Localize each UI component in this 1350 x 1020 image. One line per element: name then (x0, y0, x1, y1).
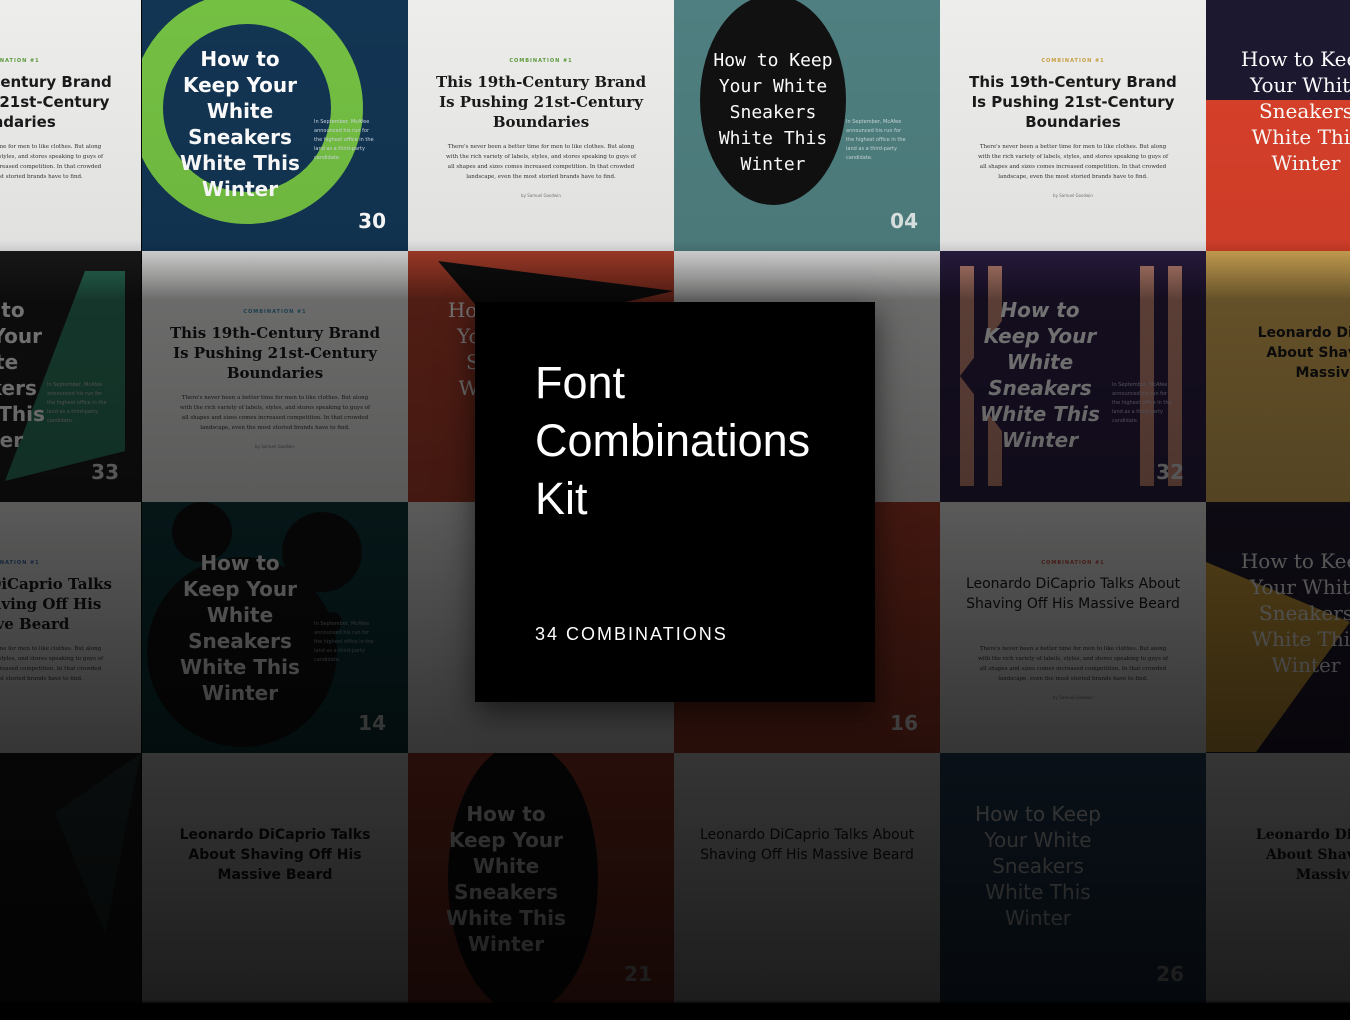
tile-number: 33 (91, 460, 119, 484)
card-title-line-3: Kit (535, 473, 588, 524)
byline: by Samuel Goodwin (1053, 193, 1093, 198)
tile-number: 32 (1156, 460, 1184, 484)
sample-headline: How to Keep Your White Sneakers White Th… (180, 551, 300, 705)
sample-headline: This 19th-Century Brand Is Pushing 21st-… (969, 73, 1177, 131)
sample-side-text: In September, McAfee announced his run f… (314, 621, 374, 663)
combination-label: COMBINATION #1 (1041, 58, 1105, 64)
tile-row4-circle: How to Keep Your White Sneakers White Th… (408, 753, 674, 1004)
card-title-line-2: Combinations (535, 415, 811, 466)
combination-label: COMBINATION #1 (509, 58, 573, 64)
tile-number: 04 (890, 209, 918, 233)
tile-stripes: How to Keep Your White Sneakers White Th… (940, 251, 1206, 502)
sample-headline: This 19th-Century Brand Is Pushing 21st-… (0, 73, 112, 131)
sample-headline: How to Keep Your White Sneakers White Th… (0, 298, 45, 452)
sample-headline: How to Keep Your White Sneakers White Th… (713, 50, 833, 175)
sample-body: There's never been a better time for men… (0, 646, 104, 682)
tile-yellow-cut-right: How to Keep Your White Sneakers White Th… (1206, 502, 1350, 753)
tile-dicaprio-cut-left: COMBINATION #1 Leonardo DiCaprio Talks A… (0, 502, 141, 753)
sample-headline: Leonardo DiCaprio Talks About Shaving Of… (1255, 827, 1350, 883)
tile-number: 30 (358, 209, 386, 233)
sample-headline: How to Keep Your White Sneakers White Th… (980, 298, 1100, 452)
tile-bubbles: How to Keep Your White Sneakers White Th… (142, 502, 408, 753)
tile-row4-dicaprio-light: Leonardo DiCaprio Talks About Shaving Of… (674, 753, 940, 1004)
byline: by Samuel Goodwin (255, 444, 295, 449)
combination-label: COMBINATION #1 (0, 560, 40, 566)
tile-green-ring: How to Keep Your White Sneakers White Th… (142, 0, 408, 251)
sample-body: There's never been a better time for men… (445, 144, 637, 180)
sample-headline: Leonardo DiCaprio Talks About Shaving Of… (965, 576, 1181, 612)
tile-brand-slab: COMBINATION #1 This 19th-Century Brand I… (142, 251, 408, 502)
sample-side-text: In September, McAfee announced his run f… (846, 119, 906, 161)
combination-label: COMBINATION #1 (243, 309, 307, 315)
bottom-bar (0, 1003, 1350, 1020)
sample-headline: Leonardo DiCaprio Talks About Shaving Of… (699, 827, 915, 863)
card-title-line-1: Font (535, 357, 626, 408)
sample-side-text: In September, McAfee announced his run f… (314, 119, 374, 161)
dark-triangle-shape (55, 753, 141, 933)
tile-row4-a (0, 753, 141, 1004)
tile-row4-cut-right: Leonardo DiCaprio Talks About Shaving Of… (1206, 753, 1350, 1004)
sample-headline: How to Keep Your White Sneakers White Th… (975, 802, 1101, 930)
byline: by Samuel Goodwin (1053, 695, 1093, 700)
sample-headline: How to Keep Your White Sneakers White Th… (1240, 549, 1350, 677)
sample-body: There's never been a better time for men… (977, 144, 1169, 180)
sample-headline: Leonardo DiCaprio Talks About Shaving Of… (0, 575, 112, 633)
tile-number: 16 (890, 711, 918, 735)
card-subtitle: 34 COMBINATIONS (535, 624, 728, 644)
sample-headline: How to Keep Your White Sneakers White Th… (1240, 47, 1350, 175)
card-title: Font Combinations Kit (535, 354, 855, 528)
tile-row4-dicaprio: Leonardo DiCaprio Talks About Shaving Of… (142, 753, 408, 1004)
tile-dicaprio-cut-right: Leonardo DiCaprio Talks About Shaving Of… (1206, 251, 1350, 502)
tile-dicaprio-condensed: COMBINATION #1 Leonardo DiCaprio Talks A… (940, 502, 1206, 753)
tile-number: 26 (1156, 962, 1184, 986)
byline: by Samuel Goodwin (521, 193, 561, 198)
sample-body: There's never been a better time for men… (179, 395, 371, 431)
tile-green-triangle-cut-left: How to Keep Your White Sneakers White Th… (0, 251, 141, 502)
title-card: Font Combinations Kit 34 COMBINATIONS (475, 302, 875, 702)
collage-background: COMBINATION #1 This 19th-Century Brand I… (0, 0, 1350, 1020)
tile-oval: How to Keep Your White Sneakers White Th… (674, 0, 940, 251)
sample-headline: How to Keep Your White Sneakers White Th… (180, 47, 300, 201)
sample-headline: This 19th-Century Brand Is Pushing 21st-… (169, 324, 381, 382)
combination-label: COMBINATION #1 (1041, 560, 1105, 566)
sample-side-text: In September, McAfee announced his run f… (47, 382, 107, 424)
tile-number: 14 (358, 711, 386, 735)
sample-headline: How to Keep Your White Sneakers White Th… (446, 802, 566, 956)
sample-headline: This 19th-Century Brand Is Pushing 21st-… (435, 73, 647, 131)
sample-body: There's never been a better time for men… (0, 144, 104, 180)
sample-body: There's never been a better time for men… (977, 646, 1169, 682)
tile-orange-cut-right: How to Keep Your White Sneakers White Th… (1206, 0, 1350, 251)
tile-brand-cut-left: COMBINATION #1 This 19th-Century Brand I… (0, 0, 141, 251)
tile-brand-sans: COMBINATION #1 This 19th-Century Brand I… (940, 0, 1206, 251)
combination-label: COMBINATION #1 (0, 58, 40, 64)
tile-brand-serif: COMBINATION #1 This 19th-Century Brand I… (408, 0, 674, 251)
sample-side-text: In September, McAfee announced his run f… (1112, 382, 1172, 424)
sample-headline: Leonardo DiCaprio Talks About Shaving Of… (1257, 325, 1350, 381)
sample-headline: Leonardo DiCaprio Talks About Shaving Of… (179, 827, 371, 883)
tile-number: 21 (624, 962, 652, 986)
tile-row4-blue: How to Keep Your White Sneakers White Th… (940, 753, 1206, 1004)
